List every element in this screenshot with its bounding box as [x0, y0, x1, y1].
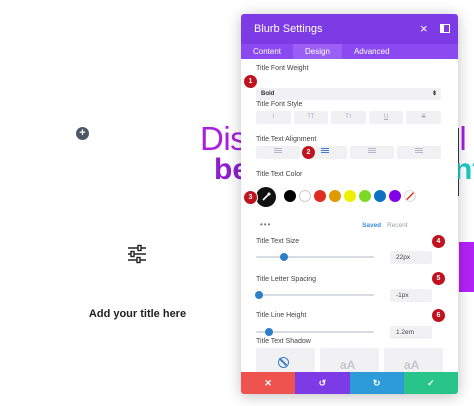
discard-button[interactable]: ✕	[241, 372, 296, 394]
annotation-badge-6: 6	[432, 309, 445, 322]
align-justify-icon	[415, 148, 423, 155]
align-justify-button[interactable]	[397, 146, 441, 159]
swatch-blue[interactable]	[374, 190, 386, 202]
annotation-badge-5: 5	[432, 272, 445, 285]
swatch-red[interactable]	[314, 190, 326, 202]
align-center-icon	[321, 148, 329, 155]
letter-spacing-label: Title Letter Spacing	[256, 276, 317, 283]
font-weight-value: Bold	[261, 91, 275, 97]
swatch-yellow[interactable]	[344, 190, 356, 202]
letter-spacing-slider[interactable]	[255, 291, 374, 299]
saved-colors-tab[interactable]: Saved	[362, 222, 381, 229]
add-module-icon[interactable]: +	[76, 127, 89, 140]
undo-button[interactable]: ↺	[295, 372, 350, 394]
font-style-buttons: I TT Tт U S	[256, 111, 441, 124]
shadow-preview-text: aA	[340, 358, 356, 372]
align-left-icon	[274, 148, 282, 155]
shadow-preview-text: aA	[404, 358, 420, 372]
color-picker-button[interactable]	[256, 187, 276, 207]
annotation-badge-1: 1	[244, 75, 257, 88]
text-size-label: Title Text Size	[256, 238, 300, 245]
align-left-button[interactable]	[256, 146, 300, 159]
annotation-badge-3: 3	[244, 191, 257, 204]
font-style-label: Title Font Style	[256, 101, 303, 108]
align-right-icon	[368, 148, 376, 155]
text-alignment-buttons	[256, 146, 441, 159]
blurb-title-placeholder: Add your title here	[88, 308, 187, 320]
swatch-purple[interactable]	[389, 190, 401, 202]
more-colors-icon[interactable]: •••	[260, 220, 271, 229]
swatch-transparent[interactable]	[404, 190, 416, 202]
align-right-button[interactable]	[350, 146, 394, 159]
swatch-orange[interactable]	[329, 190, 341, 202]
line-height-slider[interactable]	[256, 328, 374, 336]
line-height-label: Title Line Height	[256, 312, 307, 319]
capitalize-button[interactable]: Tт	[331, 111, 366, 124]
swatch-green[interactable]	[359, 190, 371, 202]
color-swatches	[256, 187, 456, 207]
text-size-slider[interactable]	[256, 253, 374, 261]
line-height-slider-handle[interactable]	[265, 328, 273, 336]
text-size-slider-handle[interactable]	[280, 253, 288, 261]
redo-button[interactable]: ↻	[349, 372, 404, 394]
strikethrough-button[interactable]: S	[406, 111, 441, 124]
line-height-input[interactable]: 1.2em	[390, 326, 432, 339]
annotation-badge-2: 2	[302, 146, 315, 159]
letter-spacing-input[interactable]: -1px	[390, 289, 432, 302]
no-shadow-icon	[278, 357, 289, 368]
purple-section-edge	[459, 242, 474, 292]
letter-spacing-slider-handle[interactable]	[255, 291, 263, 299]
save-button[interactable]: ✓	[403, 372, 458, 394]
uppercase-button[interactable]: TT	[293, 111, 329, 124]
swatch-white[interactable]	[299, 190, 311, 202]
swatch-black[interactable]	[284, 190, 296, 202]
text-shadow-label: Title Text Shadow	[256, 338, 311, 345]
annotation-badge-4: 4	[432, 235, 445, 248]
text-size-input[interactable]: 22px	[390, 251, 432, 264]
panel-body: Title Font Weight Bold ⬍ Title Font Styl…	[241, 14, 458, 372]
text-alignment-label: Title Text Alignment	[256, 136, 317, 143]
panel-footer: ✕ ↺ ↻ ✓	[241, 372, 458, 394]
blurb-settings-panel: Blurb Settings × Content Design Advanced…	[241, 14, 458, 394]
font-weight-label: Title Font Weight	[256, 65, 309, 72]
sliders-icon	[128, 244, 146, 264]
select-arrows-icon: ⬍	[431, 91, 437, 97]
font-weight-select[interactable]: Bold ⬍	[256, 88, 441, 100]
text-color-label: Title Text Color	[256, 171, 303, 178]
underline-button[interactable]: U	[368, 111, 404, 124]
recent-colors-tab[interactable]: Recent	[387, 222, 408, 229]
italic-button[interactable]: I	[256, 111, 291, 124]
eyedropper-icon	[262, 192, 271, 201]
